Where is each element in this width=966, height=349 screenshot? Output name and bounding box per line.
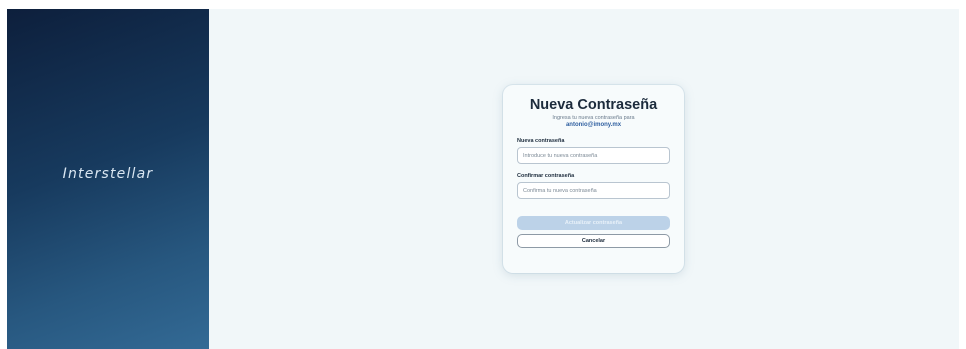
confirm-password-label: Confirmar contraseña: [517, 173, 575, 179]
card-subtitle: Ingresa tu nueva contraseña para: [552, 115, 635, 121]
new-password-label: Nueva contraseña: [517, 138, 565, 144]
cancel-button[interactable]: Cancelar: [517, 234, 670, 248]
brand-panel: Interstellar: [7, 9, 209, 349]
card-title: Nueva Contraseña: [529, 97, 658, 113]
content-panel: Nueva Contraseña Ingresa tu nueva contra…: [209, 9, 959, 349]
brand-logo: Interstellar: [62, 166, 154, 182]
user-email: antonio@imony.mx: [565, 122, 622, 128]
app-frame: Interstellar Nueva Contraseña Ingresa tu…: [7, 9, 959, 349]
new-password-card: Nueva Contraseña Ingresa tu nueva contra…: [503, 85, 684, 273]
update-password-button[interactable]: Actualizar contraseña: [517, 216, 670, 230]
new-password-input[interactable]: [517, 147, 670, 164]
confirm-password-input[interactable]: [517, 182, 670, 199]
